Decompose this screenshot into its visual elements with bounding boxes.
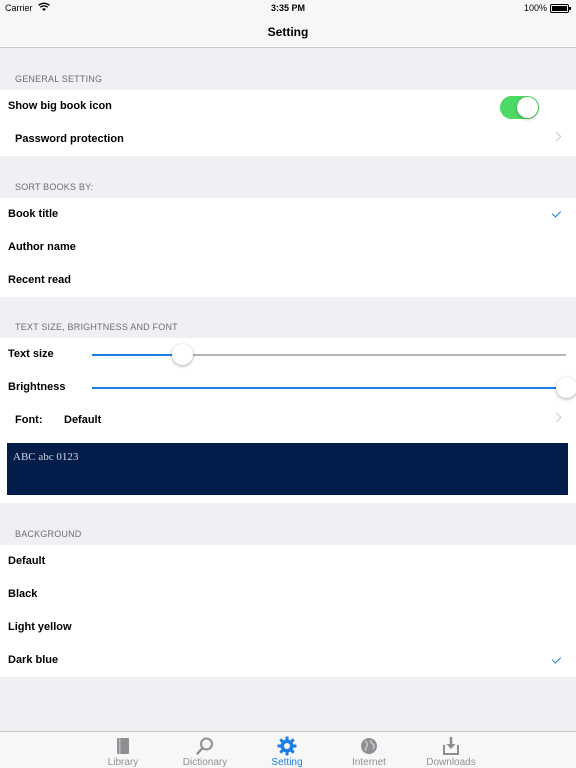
text-preview: ABC abc 0123 xyxy=(7,443,568,495)
text-size-label: Text size xyxy=(8,348,54,360)
tab-setting[interactable]: Setting xyxy=(246,732,328,768)
tab-label: Internet xyxy=(352,757,386,768)
sort-books-header: SORT BOOKS BY: xyxy=(15,182,94,192)
tab-label: Setting xyxy=(271,757,303,768)
tab-label: Library xyxy=(107,757,139,768)
general-setting-group: Show big book icon Password protection xyxy=(0,90,576,156)
sort-option-recent-read[interactable]: Recent read xyxy=(0,264,576,297)
download-icon xyxy=(443,737,459,755)
brightness-slider[interactable] xyxy=(92,377,576,398)
chevron-right-icon xyxy=(551,131,562,142)
text-size-row: Text size xyxy=(0,338,576,371)
tab-dictionary[interactable]: Dictionary xyxy=(164,732,246,768)
password-protection-label: Password protection xyxy=(15,133,124,145)
show-big-icon-toggle[interactable] xyxy=(500,96,539,119)
show-big-icon-label: Show big book icon xyxy=(8,100,112,112)
password-protection-row[interactable]: Password protection xyxy=(0,123,576,156)
slider-fill xyxy=(92,387,566,389)
status-time: 3:35 PM xyxy=(270,3,305,13)
background-option-default[interactable]: Default xyxy=(0,545,576,578)
preview-text: ABC abc 0123 xyxy=(13,451,79,463)
slider-fill xyxy=(92,354,183,356)
tab-downloads[interactable]: Downloads xyxy=(410,732,492,768)
sort-books-group: Book title Author name Recent read xyxy=(0,198,576,297)
chevron-right-icon xyxy=(551,412,562,423)
background-option-label: Light yellow xyxy=(8,621,72,633)
globe-icon xyxy=(361,738,377,754)
general-setting-header: GENERAL SETTING xyxy=(15,74,103,84)
background-option-label: Dark blue xyxy=(8,654,59,666)
sort-option-book-title[interactable]: Book title xyxy=(0,198,576,231)
font-value: Default xyxy=(64,414,102,426)
tab-label: Downloads xyxy=(426,757,476,768)
background-group: Default Black Light yellow Dark blue xyxy=(0,545,576,677)
battery-icon xyxy=(550,4,571,13)
text-settings-group: Text size Brightness Font: Default ABC a… xyxy=(0,338,576,503)
text-settings-header: TEXT SIZE, BRIGHTNESS AND FONT xyxy=(15,322,178,332)
book-icon xyxy=(117,738,129,754)
sort-option-label: Book title xyxy=(8,208,59,220)
sort-option-author-name[interactable]: Author name xyxy=(0,231,576,264)
page-title: Setting xyxy=(267,25,309,39)
magnifier-icon xyxy=(196,737,213,755)
status-bar: Carrier 3:35 PM 100% xyxy=(0,0,576,17)
tab-internet[interactable]: Internet xyxy=(328,732,410,768)
tab-label: Dictionary xyxy=(182,757,228,768)
background-option-black[interactable]: Black xyxy=(0,578,576,611)
sort-option-label: Recent read xyxy=(8,274,71,286)
tab-bar: Library Dictionary Setting Internet Down… xyxy=(0,731,576,768)
checkmark-icon xyxy=(551,654,562,664)
background-option-light-yellow[interactable]: Light yellow xyxy=(0,611,576,644)
toggle-knob xyxy=(517,97,538,118)
gear-icon xyxy=(277,736,297,756)
font-row[interactable]: Font: Default xyxy=(0,404,576,437)
navigation-bar: Setting xyxy=(0,17,576,48)
background-option-dark-blue[interactable]: Dark blue xyxy=(0,644,576,677)
battery-percent: 100% xyxy=(523,3,547,13)
background-option-label: Default xyxy=(8,555,46,567)
tab-library[interactable]: Library xyxy=(82,732,164,768)
sort-option-label: Author name xyxy=(8,241,76,253)
show-big-icon-row: Show big book icon xyxy=(0,90,576,123)
text-size-slider[interactable] xyxy=(92,344,566,365)
brightness-row: Brightness xyxy=(0,371,576,404)
background-option-label: Black xyxy=(8,588,38,600)
slider-thumb[interactable] xyxy=(556,377,576,398)
checkmark-icon xyxy=(551,208,562,218)
background-header: BACKGROUND xyxy=(15,529,82,539)
font-label: Font: xyxy=(15,414,43,426)
slider-thumb[interactable] xyxy=(172,344,194,365)
brightness-label: Brightness xyxy=(8,381,66,393)
